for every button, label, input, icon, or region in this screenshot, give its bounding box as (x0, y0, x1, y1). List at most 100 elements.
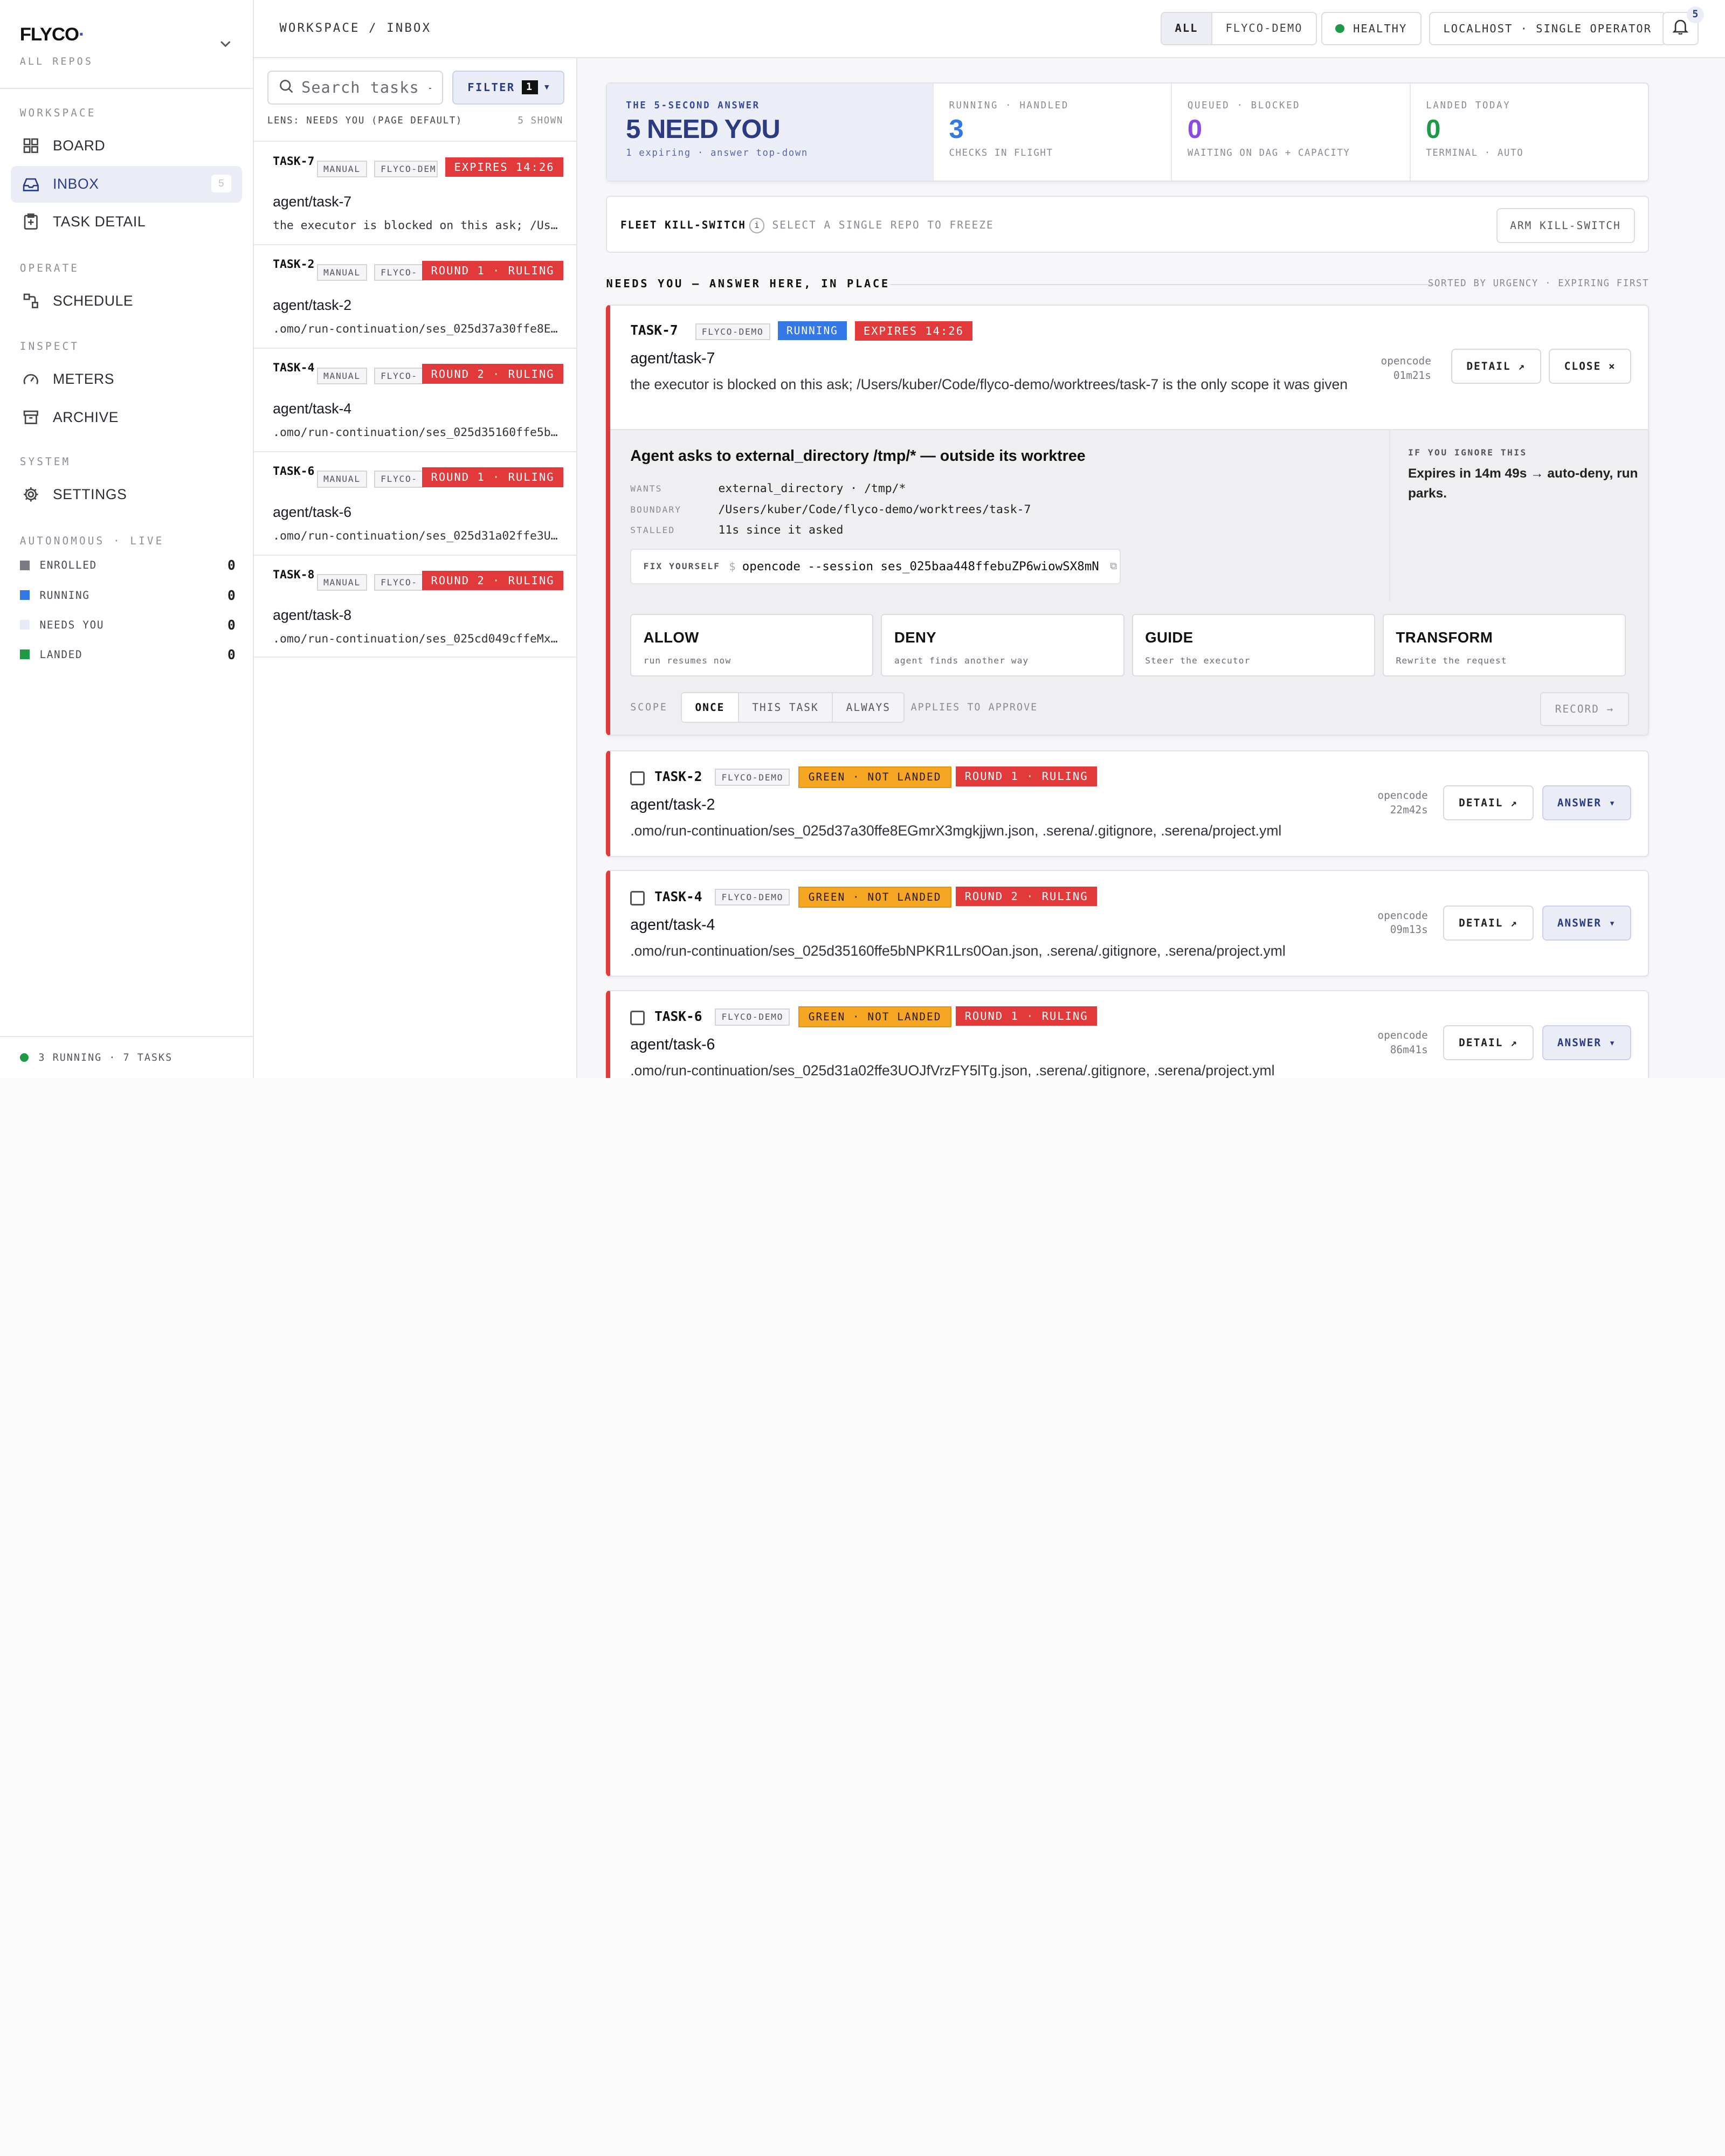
legend-swatch (19, 619, 30, 630)
sidebar-item-label: BOARD (52, 137, 106, 154)
task-name: agent/task-6 (630, 1036, 715, 1054)
deny-option[interactable]: DENY agent finds another way (881, 613, 1124, 676)
sidebar-item-schedule[interactable]: SCHEDULE (11, 282, 242, 319)
stat-running: RUNNING · HANDLED 3 CHECKS IN FLIGHT (932, 84, 1171, 181)
sidebar: FLYCO· ALL REPOS WORKSPACE BOARD INBOX 5… (0, 0, 254, 1078)
repo-tag: FLYCO-DEMO (374, 160, 438, 178)
task-id: TASK-6 (654, 1008, 702, 1025)
agent-question: Agent asks to external_directory /tmp/* … (630, 447, 1086, 465)
inbox-icon (22, 176, 40, 194)
top-bar: WORKSPACE / INBOX ALL FLYCO-DEMO HEALTHY… (254, 0, 1725, 59)
stat-landed: LANDED TODAY 0 TERMINAL · AUTO (1409, 84, 1648, 181)
stat-queued: QUEUED · BLOCKED 0 WAITING ON DAG + CAPA… (1171, 84, 1409, 181)
clipboard-icon (22, 213, 40, 231)
ignore-label: IF YOU IGNORE THIS (1407, 447, 1527, 458)
copy-icon[interactable]: ⧉ (1110, 561, 1117, 572)
section-label-system: SYSTEM (19, 455, 71, 468)
task-description: .omo/run-continuation/ses_025cd049cffeMx… (273, 632, 561, 646)
agent-meta: opencode 09m13s (1362, 909, 1427, 937)
notifications-button[interactable]: 5 (1662, 6, 1705, 45)
task-name: agent/task-4 (273, 400, 352, 417)
task-id: TASK-6 (273, 465, 315, 479)
task-id: TASK-2 (654, 769, 702, 785)
sidebar-item-task-detail[interactable]: TASK DETAIL (11, 204, 242, 240)
stat-label: QUEUED · BLOCKED (1187, 100, 1301, 111)
search-input[interactable] (301, 78, 431, 97)
status-badge: ROUND 2 · RULING (422, 364, 563, 384)
allow-option[interactable]: ALLOW run resumes now (630, 613, 874, 676)
option-subtitle: agent finds another way (894, 655, 1029, 666)
task-id: TASK-2 (273, 258, 315, 272)
task-name: agent/task-4 (630, 916, 715, 934)
scope-option-always[interactable]: ALWAYS (832, 693, 903, 722)
sidebar-item-meters[interactable]: METERS (11, 361, 242, 397)
stat-value: 5 NEED YOU (626, 114, 781, 144)
detail-button[interactable]: DETAIL ↗ (1443, 905, 1534, 941)
wants-row: WANTS external_directory · /tmp/* (630, 482, 906, 495)
health-status-pill[interactable]: HEALTHY (1321, 12, 1422, 45)
task-list-item[interactable]: TASK-4 MANUAL FLYCO- ROUND 2 · RULING ag… (254, 347, 577, 451)
legend-swatch (19, 590, 30, 600)
close-button[interactable]: CLOSE × (1549, 348, 1632, 384)
transform-option[interactable]: TRANSFORM Rewrite the request (1383, 613, 1626, 676)
archive-icon (22, 409, 40, 426)
task-list-item[interactable]: TASK-2 MANUAL FLYCO- ROUND 1 · RULING ag… (254, 244, 577, 348)
notification-count-badge: 5 (1686, 6, 1705, 23)
guide-option[interactable]: GUIDE Steer the executor (1131, 613, 1375, 676)
repo-scope-label: ALL REPOS (19, 56, 93, 68)
sidebar-item-settings[interactable]: SETTINGS (11, 476, 242, 513)
task-list-item[interactable]: TASK-8 MANUAL FLYCO- ROUND 2 · RULING ag… (254, 554, 577, 658)
select-checkbox[interactable] (630, 1011, 645, 1025)
answer-button[interactable]: ANSWER ▾ (1542, 1025, 1632, 1061)
arm-kill-switch-button[interactable]: ARM KILL-SWITCH (1496, 208, 1635, 243)
status-text: 3 RUNNING · 7 TASKS (38, 1052, 173, 1063)
brand-logo: FLYCO· (19, 24, 85, 45)
field-label: BOUNDARY (630, 504, 682, 515)
state-badge: GREEN · NOT LANDED (798, 1006, 951, 1028)
host-pill[interactable]: LOCALHOST · SINGLE OPERATOR (1429, 12, 1666, 45)
kill-switch-hint: SELECT A SINGLE REPO TO FREEZE (772, 219, 994, 232)
live-stat-value: 0 (227, 646, 236, 662)
expires-badge: EXPIRES 14:26 (854, 321, 973, 341)
option-subtitle: Rewrite the request (1396, 655, 1507, 666)
scope-option-all[interactable]: ALL (1162, 13, 1212, 44)
inbox-count-badge: 5 (211, 175, 231, 193)
detail-button[interactable]: DETAIL ↗ (1443, 785, 1534, 821)
option-title: GUIDE (1145, 629, 1193, 646)
stat-label: RUNNING · HANDLED (949, 100, 1069, 111)
answer-button[interactable]: ANSWER ▾ (1542, 785, 1632, 821)
sidebar-status-footer: 3 RUNNING · 7 TASKS (0, 1036, 253, 1078)
status-badge: EXPIRES 14:26 (445, 157, 563, 177)
sidebar-item-inbox[interactable]: INBOX 5 (11, 166, 242, 203)
scope-option-repo[interactable]: FLYCO-DEMO (1212, 13, 1316, 44)
field-value: 11s since it asked (718, 523, 844, 537)
info-icon[interactable]: i (749, 218, 765, 233)
host-label: LOCALHOST · SINGLE OPERATOR (1443, 22, 1652, 36)
field-value: external_directory · /tmp/* (718, 481, 906, 495)
task-list-item[interactable]: TASK-7 MANUAL FLYCO-DEMO EXPIRES 14:26 a… (254, 141, 577, 244)
task-id: TASK-4 (273, 361, 315, 375)
detail-button[interactable]: DETAIL ↗ (1443, 1025, 1534, 1061)
task-list-item[interactable]: TASK-6 MANUAL FLYCO- ROUND 1 · RULING ag… (254, 451, 577, 555)
select-checkbox[interactable] (630, 891, 645, 906)
chevron-down-icon[interactable] (218, 35, 233, 51)
elapsed-time: 09m13s (1390, 923, 1428, 936)
sidebar-item-archive[interactable]: ARCHIVE (11, 399, 242, 436)
app-window: FLYCO· ALL REPOS WORKSPACE BOARD INBOX 5… (0, 0, 1725, 1078)
live-stat-value: 0 (227, 557, 236, 573)
sidebar-item-board[interactable]: BOARD (11, 128, 242, 164)
record-button[interactable]: RECORD → (1540, 692, 1630, 726)
caret-down-icon: ▼ (544, 83, 550, 92)
filter-button[interactable]: FILTER 1 ▼ (452, 70, 564, 105)
option-title: DENY (894, 629, 937, 646)
scope-option-once[interactable]: ONCE (682, 693, 738, 722)
detail-button[interactable]: DETAIL ↗ (1451, 348, 1541, 384)
answer-button[interactable]: ANSWER ▾ (1542, 905, 1632, 941)
round-badge: ROUND 1 · RULING (956, 766, 1097, 786)
scope-option-this-task[interactable]: THIS TASK (737, 693, 832, 722)
option-subtitle: Steer the executor (1145, 655, 1251, 666)
live-stat-running: RUNNING 0 (19, 588, 236, 603)
repo-tag: FLYCO- (374, 471, 424, 488)
select-checkbox[interactable] (630, 771, 645, 786)
repo-tag: FLYCO-DEMO (715, 888, 790, 906)
